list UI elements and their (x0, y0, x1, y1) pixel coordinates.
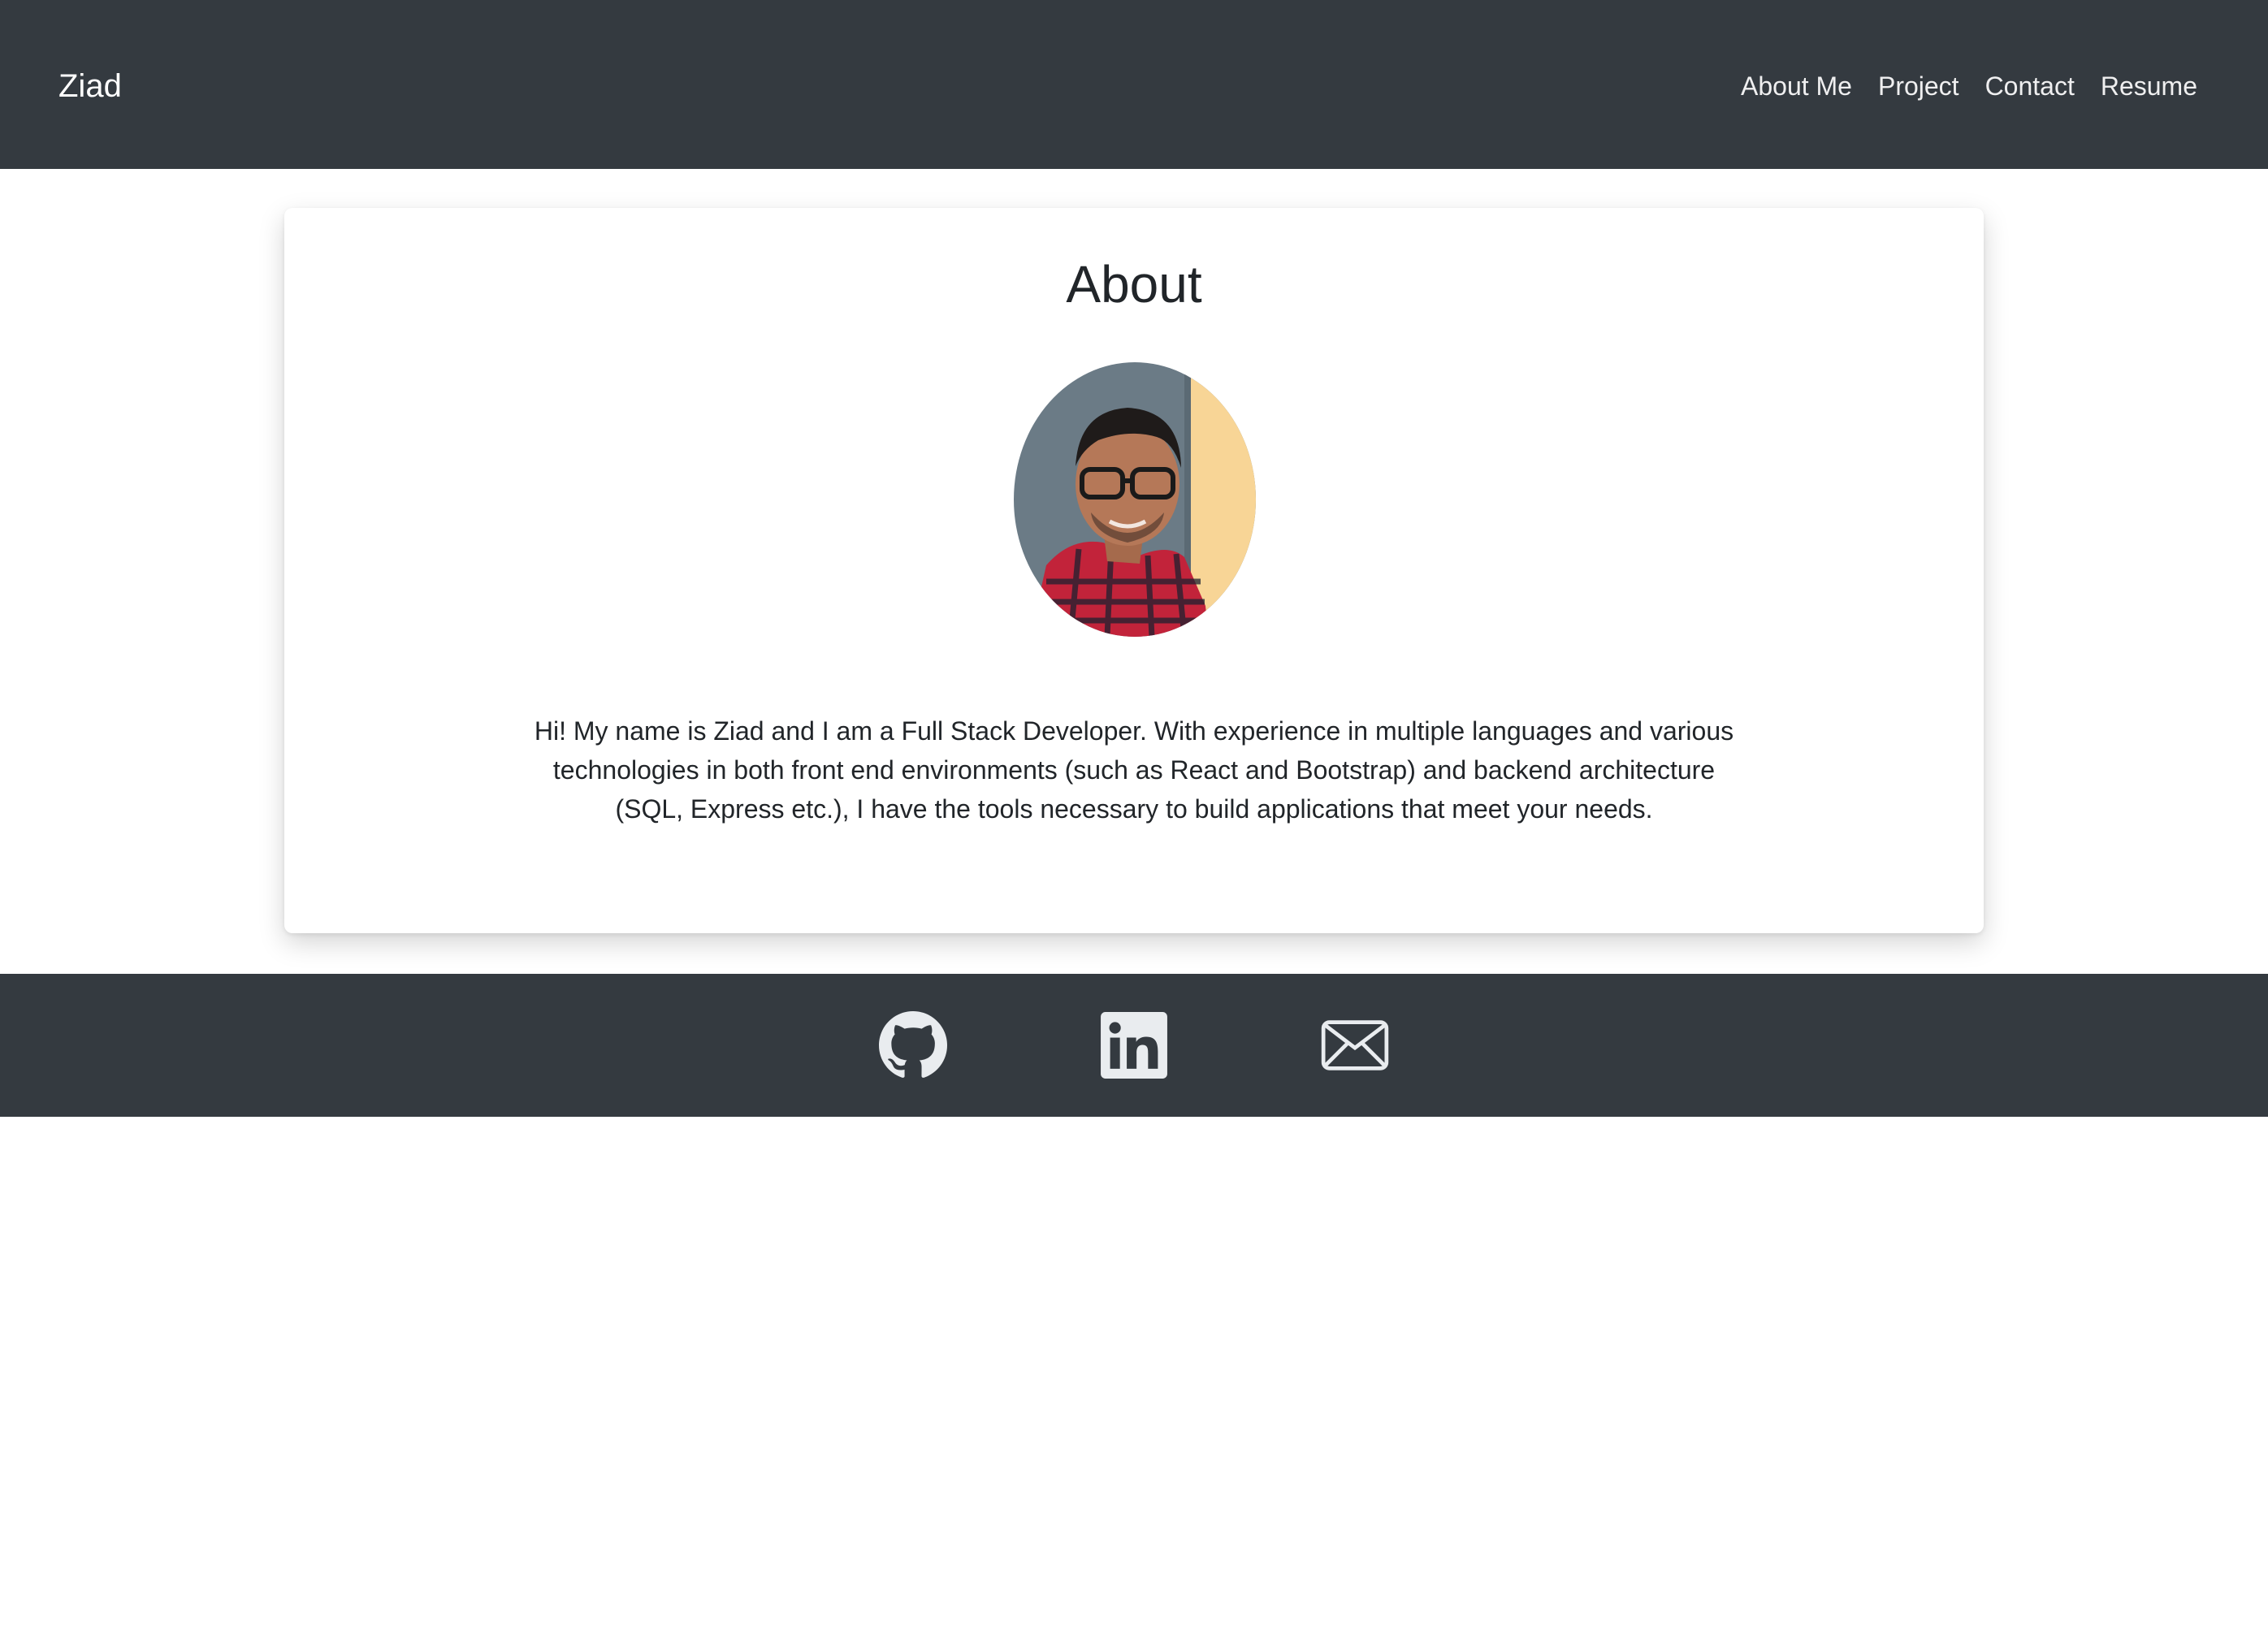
linkedin-link[interactable] (1100, 1011, 1168, 1079)
envelope-icon (1321, 1011, 1389, 1079)
github-icon (879, 1011, 947, 1079)
footer (0, 974, 2268, 1117)
navbar: Ziad About Me Project Contact Resume (0, 0, 2268, 169)
nav-links: About Me Project Contact Resume (1741, 65, 2197, 107)
nav-link-resume[interactable]: Resume (2101, 65, 2197, 107)
github-link[interactable] (879, 1011, 947, 1079)
profile-photo (1014, 362, 1256, 637)
linkedin-icon (1100, 1011, 1168, 1079)
nav-link-about-me[interactable]: About Me (1741, 65, 1852, 107)
brand-link[interactable]: Ziad (58, 63, 122, 109)
about-bio: Hi! My name is Ziad and I am a Full Stac… (534, 716, 1734, 824)
about-title: About (1066, 255, 1202, 314)
about-card: About Hi! My name is Ziad and I am a Ful (284, 208, 1984, 933)
email-link[interactable] (1321, 1011, 1389, 1079)
nav-link-contact[interactable]: Contact (1985, 65, 2075, 107)
avatar (1014, 362, 1256, 637)
nav-link-project[interactable]: Project (1878, 65, 1959, 107)
